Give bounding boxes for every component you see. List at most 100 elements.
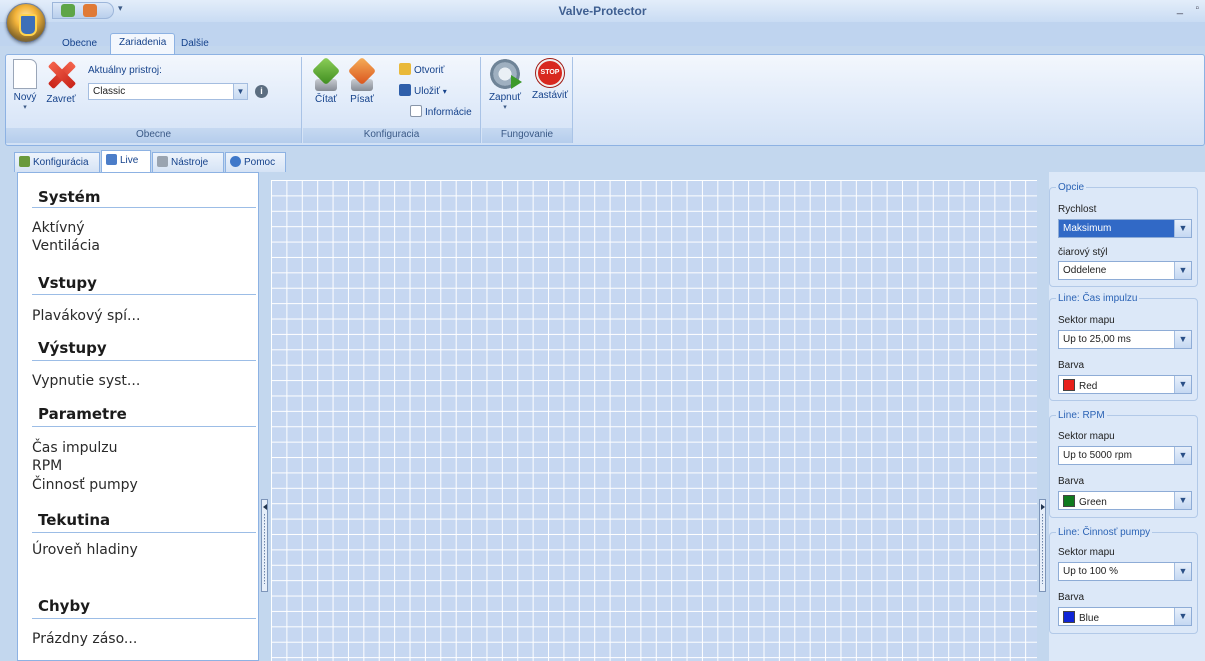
start-button-label: Zapnuť [488,92,522,103]
line-rpm-group: Line: RPM Sektor mapu Up to 5000 rpm ▼ B… [1049,410,1198,518]
line-style-select[interactable]: Oddelene ▼ [1058,261,1192,280]
minimize-button[interactable]: _ [1177,3,1183,15]
list-item-uroven-hladiny[interactable]: Úroveň hladiny [32,542,138,558]
section-header-parametre: Parametre [38,405,127,423]
list-item-cas-impulzu[interactable]: Čas impulzu [32,440,118,456]
read-button-label: Čítať [314,94,338,105]
group-label-konfiguracia: Konfiguracia [303,128,480,143]
color-label: Barva [1058,592,1085,603]
ribbon-group-obecne: Nový ▾ Zavreť Aktuálny pristroj: Classic… [6,57,302,143]
chevron-down-icon: ▼ [1174,563,1191,580]
color-select-rpm[interactable]: Green ▼ [1058,491,1192,510]
tab-live-label: Live [120,155,139,166]
device-info-icon[interactable]: i [255,85,268,98]
section-header-system: Systém [38,188,101,206]
divider [32,426,256,427]
tab-nastroje[interactable]: Nástroje [152,152,224,172]
sector-value: Up to 25,00 ms [1063,334,1131,345]
right-splitter-handle[interactable] [1039,499,1046,592]
line-style-select-value: Oddelene [1063,265,1107,276]
chevron-down-icon: ▼ [1174,608,1191,625]
line-rpm-legend: Line: RPM [1056,410,1107,421]
maximize-button[interactable]: ▫ [1195,3,1199,14]
start-button[interactable]: Zapnuť ▾ [486,59,524,111]
sector-label: Sektor mapu [1058,547,1115,558]
ribbon-group-konfiguracia: Čítať Písať Otvoriť Uložiť ▾ Informácie … [303,56,481,143]
new-document-icon [13,59,37,89]
speed-select[interactable]: Maksimum ▼ [1058,219,1192,238]
ribbon-tab-dalsie[interactable]: Dalšie [173,35,217,54]
gear-start-icon [490,59,522,89]
save-dropdown-icon[interactable]: ▾ [443,87,447,96]
divider [32,207,256,208]
tab-pomoc-label: Pomoc [244,157,276,168]
sector-select-cas-impulzu[interactable]: Up to 25,00 ms ▼ [1058,330,1192,349]
line-style-label: čiarový stýl [1058,247,1108,258]
ribbon-tab-zariadenia[interactable]: Zariadenia [110,33,176,55]
tab-konfiguracia-label: Konfigurácia [33,157,89,168]
chevron-down-icon: ▼ [1174,447,1191,464]
chevron-down-icon: ▼ [1174,331,1191,348]
close-icon [46,59,76,91]
stop-button[interactable]: STOP Zastáviť [528,59,572,101]
device-select[interactable]: Classic ▼ [88,83,248,100]
list-item-plavakovy[interactable]: Plavákový spí... [32,308,140,324]
color-select-cinnost-pumpy[interactable]: Blue ▼ [1058,607,1192,626]
color-swatch [1063,379,1075,391]
color-label: Barva [1058,476,1085,487]
info-document-icon [410,105,422,117]
save-button-label: Uložiť [414,86,440,97]
list-item-ventilacia[interactable]: Ventilácia [32,238,100,254]
open-folder-icon [399,63,411,75]
title-bar: ▾ Valve-Protector _ ▫ [0,0,1205,22]
save-button[interactable]: Uložiť ▾ [399,84,447,99]
chevron-down-icon: ▼ [1174,262,1191,279]
speed-label: Rychlost [1058,204,1097,215]
live-chart-area[interactable] [271,180,1037,661]
left-splitter-handle[interactable] [261,499,268,592]
open-button[interactable]: Otvoriť [399,63,444,78]
new-button[interactable]: Nový ▾ [8,59,42,111]
color-select-cas-impulzu[interactable]: Red ▼ [1058,375,1192,394]
sector-select-cinnost-pumpy[interactable]: Up to 100 % ▼ [1058,562,1192,581]
ribbon-tab-obecne[interactable]: Obecne [54,35,105,54]
list-item-vypnutie[interactable]: Vypnutie syst... [32,373,140,389]
sector-label: Sektor mapu [1058,431,1115,442]
options-group: Opcie Rychlost Maksimum ▼ čiarový stýl O… [1049,182,1198,287]
chevron-down-icon: ▼ [1174,492,1191,509]
list-item-prazdny-zaso[interactable]: Prázdny záso... [32,631,137,647]
color-swatch [1063,495,1075,507]
section-header-vstupy: Vstupy [38,274,97,292]
info-button-label: Informácie [425,107,472,118]
close-button[interactable]: Zavreť [44,59,78,105]
application-menu-button[interactable] [6,3,46,43]
live-icon [106,154,117,165]
sector-select-rpm[interactable]: Up to 5000 rpm ▼ [1058,446,1192,465]
list-item-rpm[interactable]: RPM [32,458,62,474]
section-header-tekutina: Tekutina [38,511,111,529]
divider [32,360,256,361]
color-label: Barva [1058,360,1085,371]
sector-value: Up to 5000 rpm [1063,450,1132,461]
list-item-aktivny[interactable]: Aktívný [32,220,85,236]
color-swatch [1063,611,1075,623]
help-icon [230,156,241,167]
write-button[interactable]: Písať [345,56,379,105]
list-item-cinnost-pumpy[interactable]: Činnosť pumpy [32,477,138,493]
new-button-label: Nový [13,92,37,103]
info-button[interactable]: Informácie [410,105,472,120]
line-cas-impulzu-legend: Line: Čas impulzu [1056,293,1140,304]
chevron-down-icon: ▼ [233,84,247,99]
group-label-fungovanie: Fungovanie [482,128,572,143]
options-panel: Opcie Rychlost Maksimum ▼ čiarový stýl O… [1049,172,1205,661]
ribbon-tab-strip: Obecne Zariadenia Dalšie [0,22,1205,69]
chevron-down-icon: ▼ [1174,376,1191,393]
signal-list-panel: Systém Aktívný Ventilácia Vstupy Plaváko… [17,172,259,661]
stop-button-label: Zastáviť [532,90,568,101]
tab-konfiguracia[interactable]: Konfigurácia [14,152,100,172]
write-button-label: Písať [350,94,374,105]
read-button[interactable]: Čítať [309,56,343,105]
tab-pomoc[interactable]: Pomoc [225,152,286,172]
tab-live[interactable]: Live [101,150,151,172]
write-device-icon [347,56,377,91]
